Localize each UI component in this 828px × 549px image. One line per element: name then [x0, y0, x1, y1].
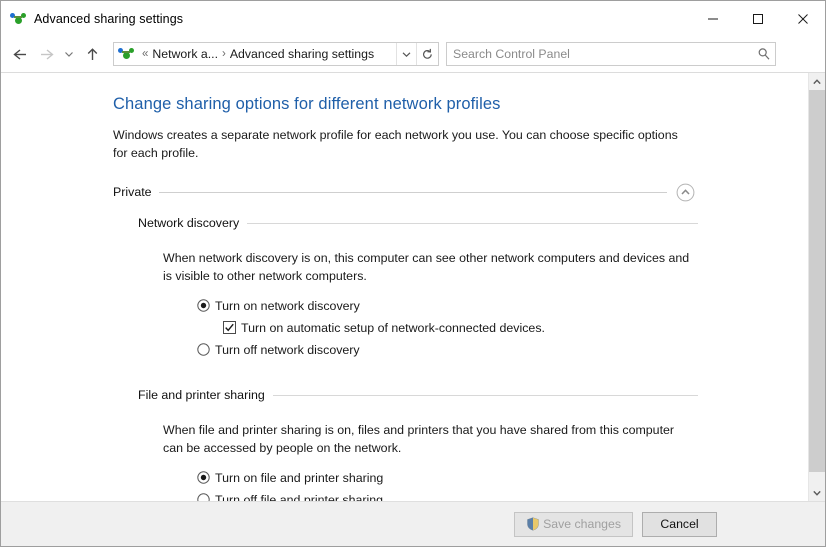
dialog-button-bar: Save changes Cancel — [1, 501, 825, 546]
network-sharing-icon — [10, 11, 26, 27]
group-header-network-discovery: Network discovery — [138, 212, 698, 234]
window-advanced-sharing-settings: Advanced sharing settings « Network a...… — [0, 0, 826, 547]
option-label: Turn off file and printer sharing — [215, 493, 384, 501]
search-box[interactable] — [446, 42, 776, 66]
option-label: Turn on network discovery — [215, 299, 360, 313]
chevron-up-icon[interactable] — [676, 183, 695, 202]
group-rule — [247, 222, 698, 224]
group-description-file-printer-sharing: When file and printer sharing is on, fil… — [163, 423, 675, 455]
section-rule — [158, 191, 667, 193]
scrollbar-thumb[interactable] — [809, 90, 825, 472]
radio-turn-off-network-discovery[interactable]: Turn off network discovery — [197, 342, 808, 361]
scroll-up-arrow[interactable] — [809, 73, 825, 90]
group-label: Network discovery — [138, 216, 240, 230]
page-description: Windows creates a separate network profi… — [113, 128, 678, 160]
checkbox-automatic-setup[interactable]: Turn on automatic setup of network-conne… — [223, 320, 808, 339]
breadcrumb-overflow[interactable]: « — [138, 48, 152, 60]
radio-turn-off-file-printer-sharing[interactable]: Turn off file and printer sharing — [197, 492, 808, 501]
cancel-label: Cancel — [660, 517, 699, 531]
radio-turn-on-file-printer-sharing[interactable]: Turn on file and printer sharing — [197, 470, 808, 489]
radio-icon-selected[interactable] — [197, 299, 210, 312]
navigation-bar: « Network a... › Advanced sharing settin… — [1, 36, 825, 72]
uac-shield-icon — [526, 517, 540, 531]
section-label: Private — [113, 185, 152, 199]
group-label: File and printer sharing — [138, 388, 265, 402]
search-icon[interactable] — [753, 43, 775, 65]
forward-button[interactable] — [33, 41, 59, 67]
option-label: Turn on automatic setup of network-conne… — [241, 321, 545, 335]
back-button[interactable] — [7, 41, 33, 67]
window-controls — [690, 1, 825, 36]
radio-icon-unselected[interactable] — [197, 493, 210, 501]
network-sharing-icon — [118, 46, 134, 62]
breadcrumb-separator[interactable]: › — [218, 48, 230, 60]
option-label: Turn off network discovery — [215, 343, 360, 357]
maximize-button[interactable] — [735, 1, 780, 36]
group-header-file-printer-sharing: File and printer sharing — [138, 384, 698, 406]
group-rule — [272, 394, 698, 396]
breadcrumb-current[interactable]: Advanced sharing settings — [230, 47, 374, 61]
option-label: Turn on file and printer sharing — [215, 471, 384, 485]
close-button[interactable] — [780, 1, 825, 36]
settings-pane: Change sharing options for different net… — [1, 73, 808, 501]
window-title: Advanced sharing settings — [34, 11, 184, 26]
page-title: Change sharing options for different net… — [113, 95, 501, 113]
section-header-private[interactable]: Private — [113, 180, 695, 204]
content-area: Change sharing options for different net… — [1, 72, 825, 501]
address-bar[interactable]: « Network a... › Advanced sharing settin… — [113, 42, 439, 66]
radio-turn-on-network-discovery[interactable]: Turn on network discovery — [197, 298, 808, 317]
address-dropdown-button[interactable] — [396, 43, 416, 65]
radio-icon-unselected[interactable] — [197, 343, 210, 356]
refresh-button[interactable] — [416, 43, 438, 65]
recent-locations-button[interactable] — [59, 41, 79, 67]
search-input[interactable] — [447, 46, 753, 62]
up-button[interactable] — [79, 41, 105, 67]
breadcrumb-parent[interactable]: Network a... — [152, 47, 218, 61]
minimize-button[interactable] — [690, 1, 735, 36]
scroll-down-arrow[interactable] — [809, 484, 825, 501]
save-changes-label: Save changes — [543, 517, 621, 531]
checkbox-icon-checked[interactable] — [223, 321, 236, 334]
vertical-scrollbar[interactable] — [808, 73, 825, 501]
title-bar: Advanced sharing settings — [1, 1, 825, 36]
cancel-button[interactable]: Cancel — [642, 511, 717, 537]
save-changes-button[interactable]: Save changes — [514, 511, 633, 537]
group-description-network-discovery: When network discovery is on, this compu… — [163, 251, 690, 283]
radio-icon-selected[interactable] — [197, 471, 210, 484]
